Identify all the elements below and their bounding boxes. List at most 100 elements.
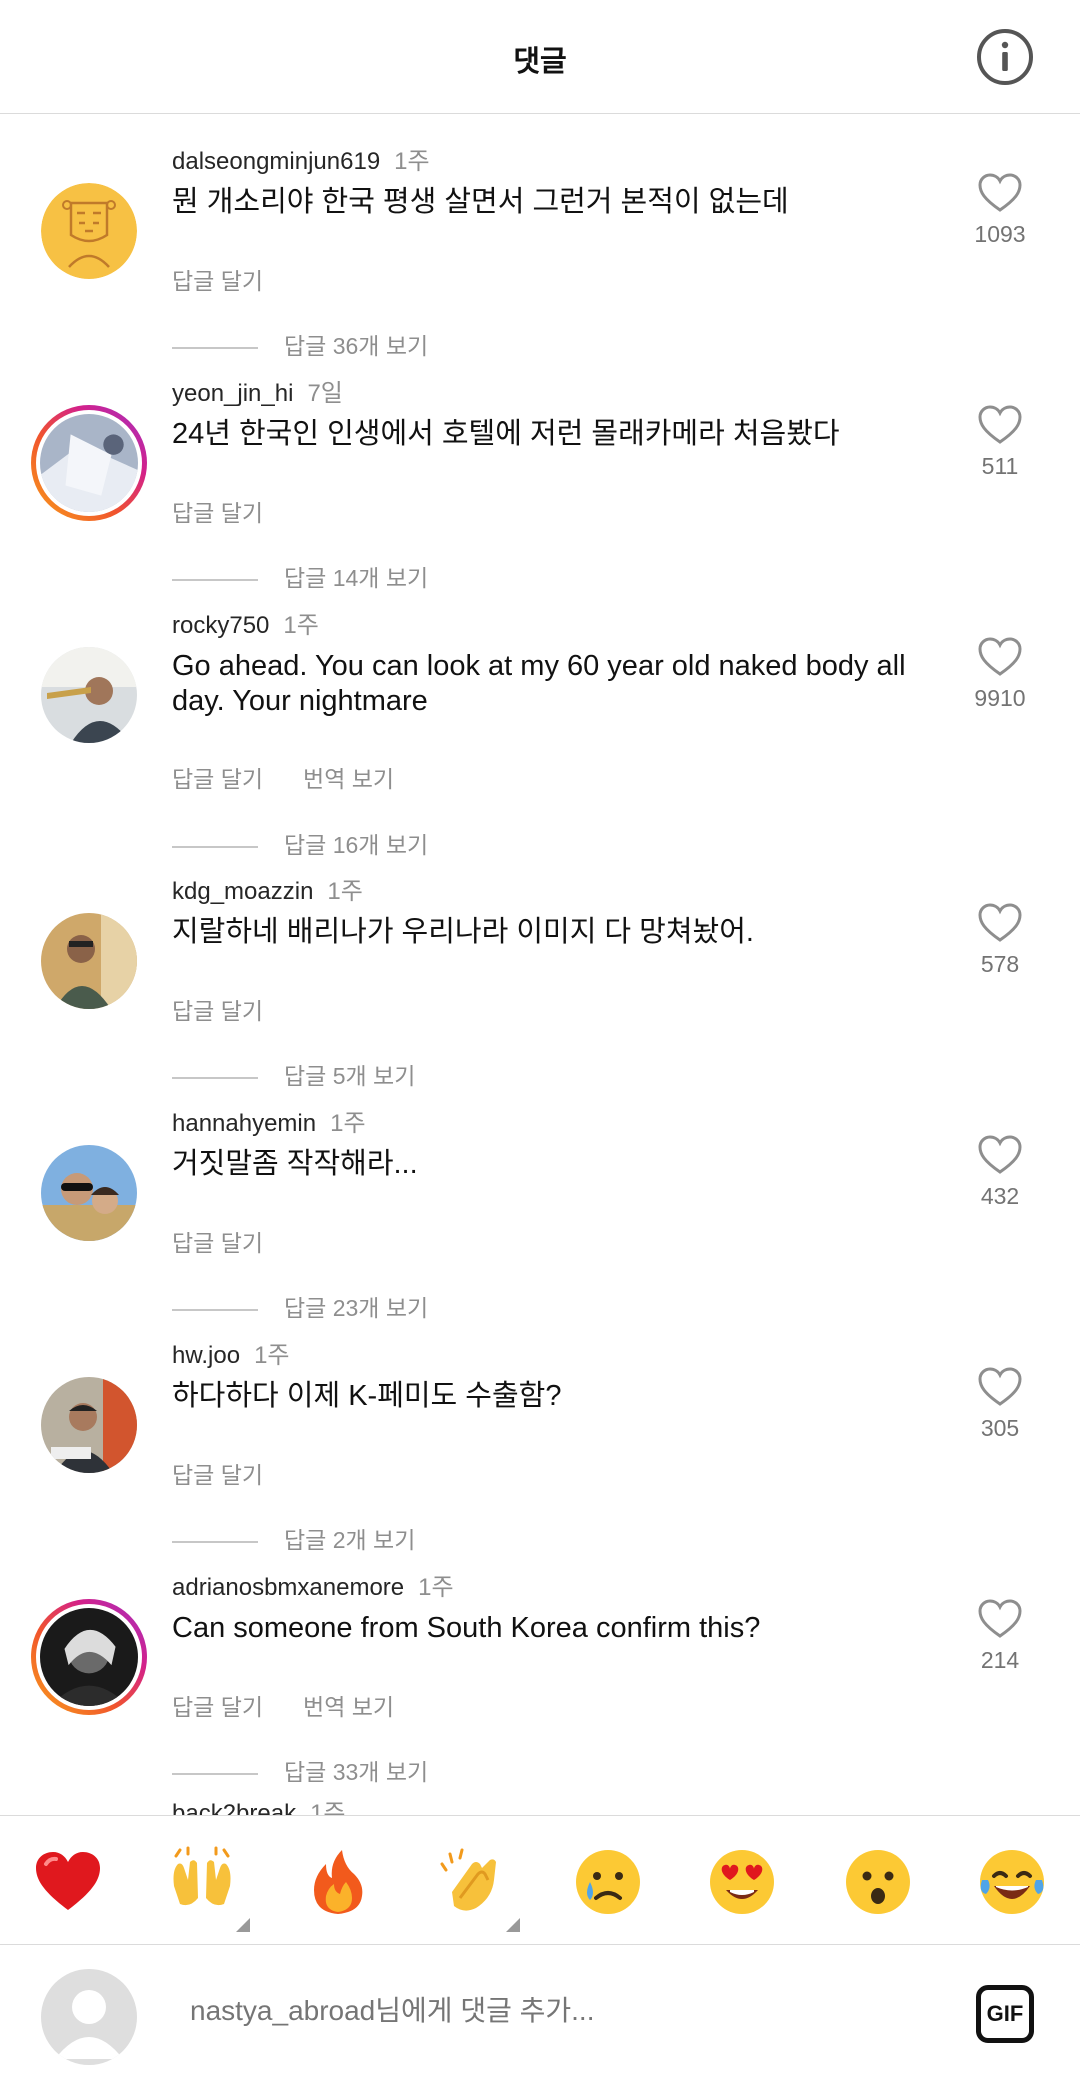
avatar-ring [36, 1604, 142, 1710]
comment-time: 1주 [418, 1574, 454, 1601]
clapping-hands-emoji-icon[interactable] [438, 1846, 510, 1918]
heart-eyes-emoji-icon[interactable] [706, 1846, 778, 1918]
comment-text: 거짓말좀 작작해라... [172, 1148, 418, 1180]
comment-time: 7일 [307, 380, 343, 407]
view-replies-label: 답글 16개 보기 [284, 832, 429, 858]
translate-button[interactable]: 번역 보기 [303, 766, 394, 792]
comment-actions: 답글 달기 번역 보기 [172, 1688, 434, 1722]
view-replies-label: 답글 36개 보기 [284, 333, 429, 359]
heart-emoji-icon[interactable] [32, 1846, 104, 1918]
comment-username[interactable]: hannahyemin [172, 1110, 316, 1137]
comment-text: 뭔 개소리야 한국 평생 살면서 그런거 본적이 없는데 [172, 186, 789, 218]
view-replies-button[interactable]: 답글 16개 보기 [172, 826, 428, 860]
raising-hands-emoji-icon[interactable] [166, 1846, 238, 1918]
comment-username[interactable]: yeon_jin_hi [172, 380, 293, 407]
divider [172, 1772, 258, 1775]
comment-item: dalseongminjun619 1주 뭔 개소리야 한국 평생 살면서 그런거… [0, 141, 1080, 373]
comment-username[interactable]: hw.joo [172, 1342, 240, 1369]
like-button[interactable]: 9910 [960, 637, 1040, 712]
like-button[interactable]: 432 [960, 1135, 1040, 1210]
comment-actions: 답글 달기 [172, 494, 303, 528]
avatar-image [40, 414, 138, 512]
crying-face-emoji-icon[interactable] [572, 1846, 644, 1918]
view-replies-button[interactable]: 답글 23개 보기 [172, 1289, 428, 1323]
view-replies-label: 답글 2개 보기 [284, 1527, 416, 1553]
more-reactions-icon[interactable] [236, 1918, 250, 1932]
comment-text: Can someone from South Korea confirm thi… [172, 1612, 761, 1644]
avatar[interactable] [41, 647, 137, 743]
comment-item: kdg_moazzin 1주 지랄하네 배리나가 우리나라 이미지 다 망쳐놨어.… [0, 871, 1080, 1103]
comment-meta: yeon_jin_hi 7일 [172, 373, 343, 408]
avatar[interactable] [31, 1599, 147, 1715]
comment-input[interactable] [190, 1995, 930, 2027]
avatar[interactable] [41, 1377, 137, 1473]
avatar[interactable] [41, 1145, 137, 1241]
like-count: 305 [980, 1415, 1020, 1441]
comment-actions: 답글 달기 [172, 1456, 303, 1490]
info-icon[interactable] [975, 27, 1035, 87]
avatar-ring [36, 410, 142, 516]
like-count: 432 [980, 1183, 1020, 1209]
avatar[interactable] [31, 405, 147, 521]
heart-icon [978, 1367, 1022, 1406]
comment-username[interactable]: dalseongminjun619 [172, 148, 380, 175]
comment-username[interactable]: rocky750 [172, 612, 269, 639]
view-replies-label: 답글 5개 보기 [284, 1063, 416, 1089]
surprised-face-emoji-icon[interactable] [842, 1846, 914, 1918]
reply-button[interactable]: 답글 달기 [172, 766, 263, 792]
comment-time: 1주 [330, 1110, 366, 1137]
like-button[interactable]: 1093 [960, 173, 1040, 248]
page-title: 댓글 [513, 46, 567, 78]
reply-button[interactable]: 답글 달기 [172, 268, 263, 294]
view-replies-button[interactable]: 답글 33개 보기 [172, 1753, 428, 1787]
view-replies-button[interactable]: 답글 36개 보기 [172, 327, 428, 361]
avatar[interactable] [41, 913, 137, 1009]
view-replies-button[interactable]: 답글 2개 보기 [172, 1521, 415, 1555]
comment-username[interactable]: back2break [172, 1800, 296, 1815]
comment-time: 1주 [310, 1800, 346, 1815]
comment-time: 1주 [394, 148, 430, 175]
heart-icon [978, 1135, 1022, 1174]
reply-button[interactable]: 답글 달기 [172, 998, 263, 1024]
divider [172, 1540, 258, 1543]
like-button[interactable]: 578 [960, 903, 1040, 978]
like-button[interactable]: 214 [960, 1599, 1040, 1674]
avatar-image [40, 1608, 138, 1706]
like-count: 9910 [974, 685, 1026, 711]
reply-button[interactable]: 답글 달기 [172, 500, 263, 526]
comment-actions: 답글 달기 번역 보기 [172, 760, 434, 794]
reply-button[interactable]: 답글 달기 [172, 1230, 263, 1256]
divider [172, 845, 258, 848]
comment-time: 1주 [254, 1342, 290, 1369]
like-count: 578 [980, 951, 1020, 977]
reply-button[interactable]: 답글 달기 [172, 1694, 263, 1720]
gif-button[interactable]: GIF [976, 1985, 1034, 2043]
more-reactions-icon[interactable] [506, 1918, 520, 1932]
comment-text: Go ahead. You can look at my 60 year old… [172, 650, 906, 717]
comment-username[interactable]: kdg_moazzin [172, 878, 313, 905]
comment-time: 1주 [283, 612, 319, 639]
comment-meta: kdg_moazzin 1주 [172, 871, 363, 906]
comment-meta: hannahyemin 1주 [172, 1103, 366, 1138]
avatar[interactable] [41, 183, 137, 279]
fire-emoji-icon[interactable] [302, 1846, 374, 1918]
reply-button[interactable]: 답글 달기 [172, 1462, 263, 1488]
comment-composer: GIF [0, 1945, 1080, 2073]
like-button[interactable]: 305 [960, 1367, 1040, 1442]
avatar [41, 1969, 137, 2065]
like-count: 214 [980, 1647, 1020, 1673]
view-replies-button[interactable]: 답글 5개 보기 [172, 1057, 415, 1091]
comment-meta: rocky750 1주 [172, 605, 319, 640]
comment-item: hw.joo 1주 하다하다 이제 K-페미도 수출함? 답글 달기 답글 2개 … [0, 1335, 1080, 1567]
divider [172, 1308, 258, 1311]
comment-text: 지랄하네 배리나가 우리나라 이미지 다 망쳐놨어. [172, 916, 754, 948]
comment-text: 24년 한국인 인생에서 호텔에 저런 몰래카메라 처음봤다 [172, 418, 840, 450]
comment-username[interactable]: adrianosbmxanemore [172, 1574, 404, 1601]
heart-icon [978, 173, 1022, 212]
view-replies-label: 답글 23개 보기 [284, 1295, 429, 1321]
tears-of-joy-emoji-icon[interactable] [976, 1846, 1048, 1918]
view-replies-button[interactable]: 답글 14개 보기 [172, 559, 428, 593]
like-button[interactable]: 511 [960, 405, 1040, 480]
comment-list[interactable]: dalseongminjun619 1주 뭔 개소리야 한국 평생 살면서 그런거… [0, 115, 1080, 1815]
translate-button[interactable]: 번역 보기 [303, 1694, 394, 1720]
